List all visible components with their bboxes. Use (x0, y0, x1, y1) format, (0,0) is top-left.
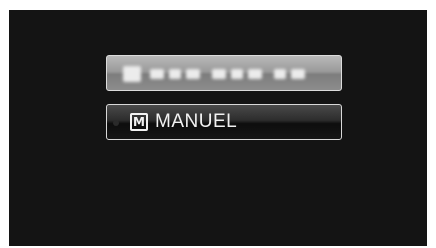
menu-item-blurred[interactable] (106, 55, 342, 91)
manual-mode-icon: M (130, 113, 148, 131)
menu-item-manual[interactable]: M MANUEL (106, 104, 342, 140)
camera-menu-screen: M MANUEL (9, 10, 427, 246)
selection-dot-icon (113, 120, 119, 126)
blurred-label (123, 65, 310, 83)
menu-item-label: MANUEL (155, 111, 238, 132)
